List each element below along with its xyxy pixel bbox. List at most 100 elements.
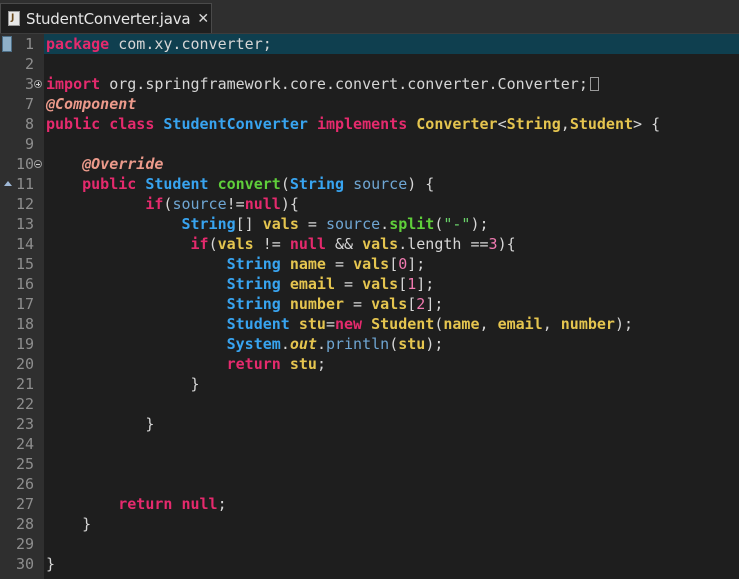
code-token: } (46, 375, 200, 393)
code-line[interactable] (44, 54, 739, 74)
code-line[interactable]: Student stu=new Student(name, email, num… (44, 314, 739, 334)
code-line-text: import org.springframework.core.convert.… (46, 74, 599, 94)
code-token: ]; (425, 295, 444, 313)
code-token: } (46, 415, 155, 433)
code-line[interactable] (44, 134, 739, 154)
code-line-text: String name = vals[0]; (46, 254, 426, 274)
line-number: 12 (15, 195, 34, 213)
code-line[interactable]: if(source!=null){ (44, 194, 739, 214)
line-number: 22 (15, 395, 34, 413)
code-token: > { (633, 115, 661, 133)
code-line[interactable] (44, 534, 739, 554)
code-token: [ (407, 295, 417, 313)
code-line[interactable] (44, 454, 739, 474)
code-line[interactable]: System.out.println(stu); (44, 334, 739, 354)
tab-student-converter[interactable]: J StudentConverter.java ✕ (0, 3, 212, 33)
code-token: public (82, 175, 137, 193)
code-line[interactable]: return stu; (44, 354, 739, 374)
code-line[interactable]: public class StudentConverter implements… (44, 114, 739, 134)
code-line[interactable]: } (44, 514, 739, 534)
code-line[interactable]: if(vals != null && vals.length ==3){ (44, 234, 739, 254)
code-token: null (244, 195, 281, 213)
line-number: 8 (24, 115, 34, 133)
code-token: < (497, 115, 507, 133)
code-token: String (289, 175, 345, 193)
code-line[interactable]: String number = vals[2]; (44, 294, 739, 314)
code-area[interactable]: package com.xy.converter; import org.spri… (44, 34, 739, 579)
code-token: = (298, 215, 326, 233)
code-token: System (226, 335, 281, 353)
line-number: 21 (15, 375, 34, 393)
code-token: public (46, 115, 101, 133)
code-token: ( (280, 175, 290, 193)
line-number: 19 (15, 335, 34, 353)
code-line[interactable]: } (44, 374, 739, 394)
code-line-text: String number = vals[2]; (46, 294, 444, 314)
code-token: , (542, 315, 561, 333)
code-token: = (344, 295, 372, 313)
expand-fold-icon[interactable] (34, 80, 42, 88)
collapsed-imports-box[interactable] (589, 77, 599, 91)
code-line-text: package com.xy.converter; (46, 34, 272, 54)
line-number: 2 (24, 55, 34, 73)
line-number: 25 (15, 455, 34, 473)
code-token: = (325, 315, 335, 333)
code-token: if (190, 235, 209, 253)
code-token: String (226, 275, 281, 293)
code-line[interactable]: package com.xy.converter; (44, 34, 739, 54)
code-token: 1 (407, 275, 417, 293)
code-token: vals (217, 235, 254, 253)
code-token: if (145, 195, 164, 213)
code-token: , (560, 115, 570, 133)
code-token: package (46, 35, 110, 53)
code-line-text: public Student convert(String source) { (46, 174, 434, 194)
code-token: out (289, 335, 317, 353)
code-line-text: } (46, 374, 200, 394)
code-line[interactable]: String[] vals = source.split("-"); (44, 214, 739, 234)
code-line[interactable]: } (44, 554, 739, 574)
line-number: 27 (15, 495, 34, 513)
code-token: stu (398, 335, 426, 353)
code-token: } (46, 555, 56, 573)
code-token: source (325, 215, 381, 233)
code-token: null (181, 495, 218, 513)
collapse-fold-icon[interactable] (34, 160, 42, 168)
code-line[interactable] (44, 394, 739, 414)
line-number: 15 (15, 255, 34, 273)
code-token: ); (425, 335, 444, 353)
code-line[interactable] (44, 474, 739, 494)
line-number: 26 (15, 475, 34, 493)
code-line[interactable]: String name = vals[0]; (44, 254, 739, 274)
code-line[interactable]: import org.springframework.core.convert.… (44, 74, 739, 94)
code-line[interactable]: @Override (44, 154, 739, 174)
code-line-text: Student stu=new Student(name, email, num… (46, 314, 633, 334)
code-token: 2 (416, 295, 426, 313)
current-line-marker (2, 36, 12, 52)
override-indicator-icon[interactable] (4, 181, 12, 186)
code-token: && (325, 235, 363, 253)
code-token: ) { (407, 175, 435, 193)
code-line-text: System.out.println(stu); (46, 334, 444, 354)
code-token: . (280, 335, 290, 353)
code-line[interactable]: @Component (44, 94, 739, 114)
code-token: name (443, 315, 480, 333)
code-line[interactable]: String email = vals[1]; (44, 274, 739, 294)
code-token: name (289, 255, 326, 273)
code-token: ); (470, 215, 489, 233)
line-number: 17 (15, 295, 34, 313)
close-icon[interactable]: ✕ (197, 11, 209, 27)
code-token: @Override (82, 155, 164, 173)
code-line[interactable] (44, 434, 739, 454)
code-token: String (226, 295, 281, 313)
code-line[interactable]: public Student convert(String source) { (44, 174, 739, 194)
code-line[interactable]: } (44, 414, 739, 434)
code-line[interactable]: return null; (44, 494, 739, 514)
